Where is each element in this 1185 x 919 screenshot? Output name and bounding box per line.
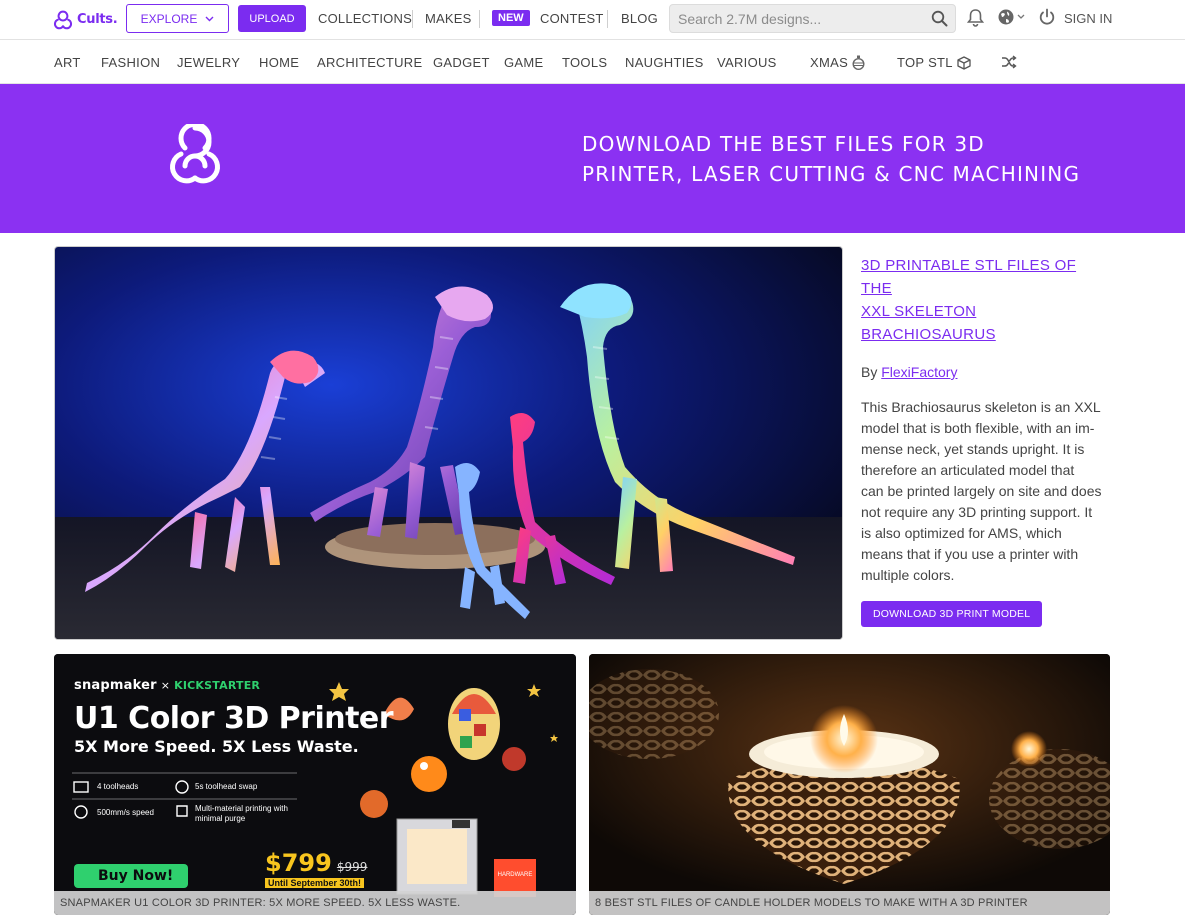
cults-logo[interactable]: Cults. <box>52 8 118 30</box>
hero-banner: DOWNLOAD THE BEST FILES FOR 3D PRINTER, … <box>0 84 1185 233</box>
nav-divider <box>607 10 608 28</box>
ad-headline: U1 Color 3D Printer <box>74 701 394 736</box>
ad-price-old: $999 <box>336 860 368 874</box>
award-badge-text: HARDWARE <box>498 872 533 878</box>
shuffle-icon[interactable] <box>1001 54 1017 70</box>
desc-line: can be printed largely on site and does <box>861 483 1102 499</box>
hero-line-2: PRINTER, LASER CUTTING & CNC MACHINING <box>582 162 1081 186</box>
cube-icon <box>957 55 971 70</box>
chevron-down-icon <box>205 16 214 21</box>
ad-caption[interactable]: SNAPMAKER U1 COLOR 3D PRINTER: 5X MORE S… <box>54 891 576 915</box>
featured-title-line-2: XXL SKELETON BRACHIOSAURUS <box>861 303 996 343</box>
download-model-button[interactable]: DOWNLOAD 3D PRINT MODEL <box>861 601 1043 627</box>
category-xmas[interactable]: XMAS <box>810 55 865 70</box>
hero-line-1: DOWNLOAD THE BEST FILES FOR 3D <box>582 132 985 156</box>
desc-line: not require any 3D printing support. It <box>861 504 1093 520</box>
ad-feature-line: Multi-material printing with <box>195 804 288 813</box>
power-icon[interactable] <box>1038 8 1056 26</box>
category-home[interactable]: HOME <box>259 55 299 70</box>
candle-holder-card[interactable]: 8 BEST STL FILES OF CANDLE HOLDER MODELS… <box>589 654 1110 915</box>
category-naughties[interactable]: NAUGHTIES <box>625 55 704 70</box>
search-icon[interactable] <box>931 10 948 27</box>
nav-divider <box>479 10 480 28</box>
ad-partner: KICKSTARTER <box>174 679 261 692</box>
featured-title-link[interactable]: 3D PRINTABLE STL FILES OF THE XXL SKELET… <box>861 254 1111 346</box>
bell-icon[interactable] <box>967 8 984 27</box>
language-selector[interactable] <box>997 8 1025 26</box>
category-jewelry[interactable]: JEWELRY <box>177 55 240 70</box>
category-fashion[interactable]: FASHION <box>101 55 160 70</box>
category-game[interactable]: GAME <box>504 55 543 70</box>
candle-holder-photo <box>589 654 1110 915</box>
ad-feature: 500mm/s speed <box>97 808 154 817</box>
category-architecture[interactable]: ARCHITECTURE <box>317 55 422 70</box>
ad-deadline: Until September 30th! <box>265 878 365 888</box>
featured-title-line-1: 3D PRINTABLE STL FILES OF THE <box>861 257 1077 297</box>
ad-tagline: 5X More Speed. 5X Less Waste. <box>74 737 359 756</box>
featured-description: This Brachiosaurus skeleton is an XXL mo… <box>861 397 1111 586</box>
desc-line: is also optimized for AMS, which <box>861 525 1062 541</box>
hero-headline: DOWNLOAD THE BEST FILES FOR 3D PRINTER, … <box>582 129 1102 189</box>
ad-price-current: $799 <box>265 849 332 877</box>
category-tools[interactable]: TOOLS <box>562 55 607 70</box>
author-link[interactable]: FlexiFactory <box>881 364 957 380</box>
sign-in-link[interactable]: SIGN IN <box>1064 11 1112 26</box>
desc-line: multiple colors. <box>861 567 955 583</box>
snapmaker-ad-card[interactable]: HARDWARE snapmaker × KICKSTARTER U1 Colo… <box>54 654 576 915</box>
ad-price: $799 $999 <box>265 849 367 877</box>
category-top-stl[interactable]: TOP STL <box>897 55 971 70</box>
candle-holder-caption[interactable]: 8 BEST STL FILES OF CANDLE HOLDER MODELS… <box>589 891 1110 915</box>
nav-divider <box>412 10 413 28</box>
logo-wordmark: Cults. <box>77 11 118 27</box>
desc-line: means that if you use a printer with <box>861 546 1079 562</box>
ad-brand-row: snapmaker × KICKSTARTER <box>74 678 393 693</box>
desc-line: therefore an articulated model that <box>861 462 1075 478</box>
globe-icon <box>998 9 1014 25</box>
category-various[interactable]: VARIOUS <box>717 55 777 70</box>
nav-makes[interactable]: MAKES <box>425 11 472 26</box>
buy-now-button[interactable]: Buy Now! <box>98 868 173 884</box>
chevron-down-icon <box>1017 14 1025 19</box>
ad-cross: × <box>160 679 171 692</box>
byline-prefix: By <box>861 364 878 380</box>
ad-feature: 4 toolheads <box>97 782 139 791</box>
category-bar: ART FASHION JEWELRY HOME ARCHITECTURE GA… <box>0 41 1185 84</box>
category-art[interactable]: ART <box>54 55 81 70</box>
ornament-icon <box>852 55 865 70</box>
nav-contest[interactable]: CONTEST <box>540 11 604 26</box>
ad-feature: Multi-material printing with minimal purg… <box>195 804 288 824</box>
desc-line: model that is both flexible, with an im- <box>861 420 1095 436</box>
ad-feature: 5s toolhead swap <box>195 782 258 791</box>
ad-feature-line: minimal purge <box>195 814 246 823</box>
search-box <box>669 4 956 33</box>
category-xmas-label: XMAS <box>810 55 849 70</box>
category-top-stl-label: TOP STL <box>897 55 953 70</box>
desc-line: This Brachiosaurus skeleton is an XXL <box>861 399 1101 415</box>
featured-model-image[interactable] <box>54 246 843 640</box>
explore-label: EXPLORE <box>140 11 198 26</box>
nav-collections[interactable]: COLLECTIONS <box>318 11 412 26</box>
featured-byline: By FlexiFactory <box>861 364 1111 380</box>
upload-button[interactable]: UPLOAD <box>238 5 306 32</box>
featured-description-panel: 3D PRINTABLE STL FILES OF THE XXL SKELET… <box>861 254 1111 627</box>
category-gadget[interactable]: GADGET <box>433 55 490 70</box>
explore-button[interactable]: EXPLORE <box>126 4 229 33</box>
new-badge: NEW <box>492 10 530 26</box>
ad-copy: snapmaker × KICKSTARTER U1 Color 3D Prin… <box>74 678 394 756</box>
top-navbar: Cults. EXPLORE UPLOAD COLLECTIONS MAKES … <box>0 0 1185 40</box>
nav-blog[interactable]: BLOG <box>621 11 658 26</box>
desc-line: mense neck, yet stands upright. It is <box>861 441 1085 457</box>
cults-logo-icon <box>170 124 220 184</box>
dinosaur-skeletons-photo <box>55 247 842 639</box>
search-input[interactable] <box>678 9 928 29</box>
cults-logo-icon <box>53 10 73 30</box>
ad-brand: snapmaker <box>74 678 157 693</box>
